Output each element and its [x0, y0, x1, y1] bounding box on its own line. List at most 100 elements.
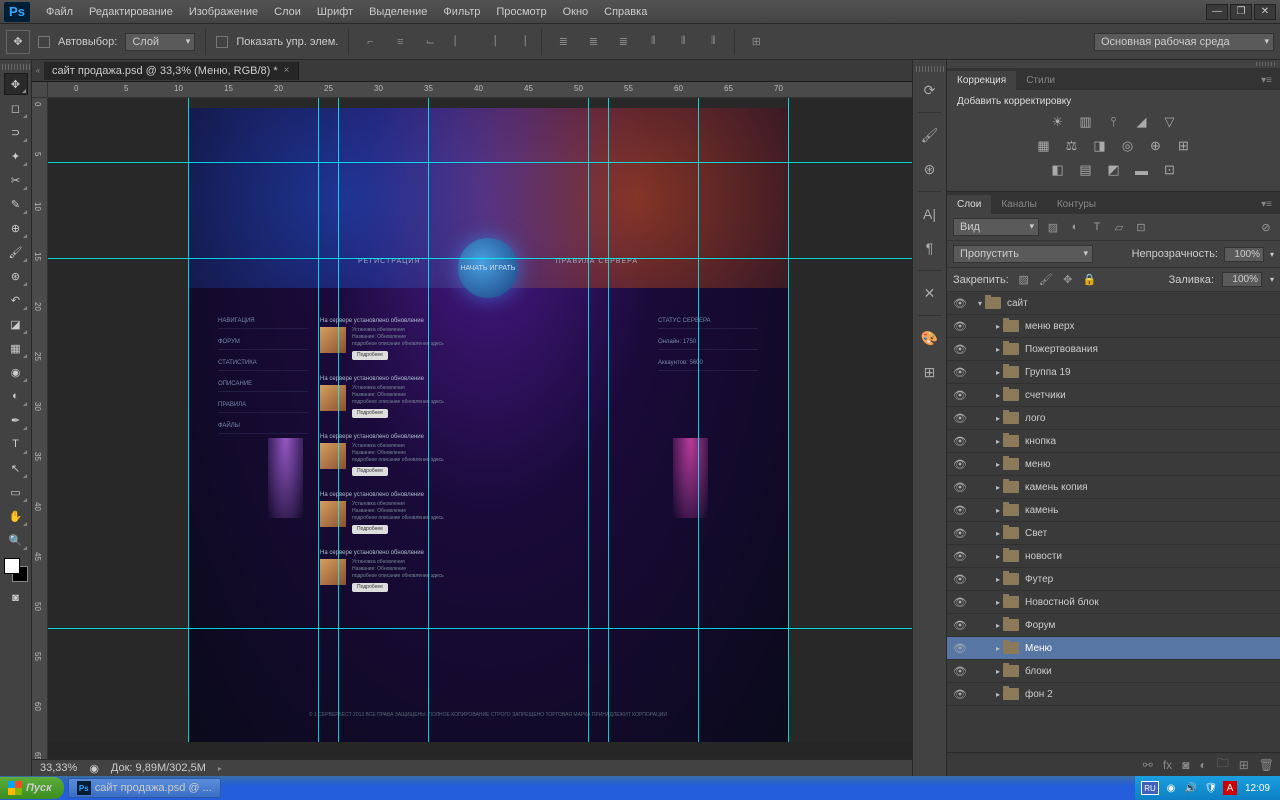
panel-dock-grip[interactable] [916, 66, 944, 72]
invert-icon[interactable]: ◧ [1049, 161, 1067, 179]
vibrance-icon[interactable]: ▽ [1161, 113, 1179, 131]
brightness-icon[interactable]: ☀ [1049, 113, 1067, 131]
color-lookup-icon[interactable]: ⊞ [1175, 137, 1193, 155]
start-button[interactable]: Пуск [0, 777, 64, 799]
visibility-icon[interactable]: 👁 [951, 481, 969, 494]
guide-vertical[interactable] [428, 98, 429, 742]
panel-grip[interactable] [947, 60, 1280, 68]
layer-row[interactable]: 👁 ▸ новости [947, 545, 1280, 568]
document-size[interactable]: Док: 9,89М/302,5М [111, 762, 206, 774]
layer-row[interactable]: 👁 ▸ камень [947, 499, 1280, 522]
blur-tool[interactable]: ◉ [4, 361, 28, 383]
visibility-icon[interactable]: 👁 [951, 665, 969, 678]
clone-source-panel-icon[interactable]: ⊛ [918, 157, 942, 181]
visibility-icon[interactable]: 👁 [951, 435, 969, 448]
distribute-right-icon[interactable]: ⫴ [702, 31, 724, 53]
new-fill-icon[interactable]: ◐ [1199, 758, 1206, 772]
eraser-tool[interactable]: ◪ [4, 313, 28, 335]
layer-row[interactable]: 👁 ▸ меню верх [947, 315, 1280, 338]
layer-row[interactable]: 👁 ▸ фон 2 [947, 683, 1280, 706]
link-layers-icon[interactable]: ⚯ [1143, 758, 1153, 772]
distribute-bottom-icon[interactable]: ≣ [612, 31, 634, 53]
tab-scroll-left[interactable]: « [32, 62, 44, 80]
guide-vertical[interactable] [698, 98, 699, 742]
new-layer-icon[interactable]: ⊞ [1239, 758, 1249, 772]
visibility-icon[interactable]: 👁 [951, 412, 969, 425]
layer-row[interactable]: 👁 ▸ Пожертвования [947, 338, 1280, 361]
brushes-panel-icon[interactable]: 🖌 [918, 123, 942, 147]
expand-icon[interactable]: ▸ [993, 690, 1003, 699]
auto-align-icon[interactable]: ⊞ [745, 31, 767, 53]
expand-icon[interactable]: ▸ [993, 506, 1003, 515]
type-tool[interactable]: T [4, 433, 28, 455]
visibility-icon[interactable]: 👁 [951, 688, 969, 701]
visibility-icon[interactable]: 👁 [951, 642, 969, 655]
dodge-tool[interactable]: ◐ [4, 385, 28, 407]
opacity-input[interactable]: 100% [1224, 247, 1264, 262]
foreground-color-icon[interactable] [4, 558, 20, 574]
channel-mixer-icon[interactable]: ⊕ [1147, 137, 1165, 155]
align-hcenter-icon[interactable]: ⎹ [479, 31, 501, 53]
threshold-icon[interactable]: ◩ [1105, 161, 1123, 179]
volume-icon[interactable]: 🔊 [1183, 780, 1199, 796]
tab-adjustments[interactable]: Коррекция [947, 71, 1016, 90]
eyedropper-tool[interactable]: ✎ [4, 193, 28, 215]
maximize-button[interactable]: ❐ [1230, 4, 1252, 20]
new-group-icon[interactable]: 🗀 [1217, 754, 1229, 775]
zoom-level[interactable]: 33,33% [40, 762, 77, 774]
guide-vertical[interactable] [588, 98, 589, 742]
healing-tool[interactable]: ⊕ [4, 217, 28, 239]
guide-horizontal[interactable] [48, 162, 912, 163]
layer-row[interactable]: 👁 ▾ сайт [947, 292, 1280, 315]
expand-icon[interactable]: ▸ [993, 552, 1003, 561]
layer-filter-dropdown[interactable]: Вид [953, 218, 1039, 236]
fill-input[interactable]: 100% [1222, 272, 1262, 287]
expand-icon[interactable]: ▸ [993, 391, 1003, 400]
lock-transparency-icon[interactable]: ▨ [1017, 273, 1031, 287]
zoom-tool[interactable]: 🔍 [4, 529, 28, 551]
tray-icon[interactable]: ◉ [1163, 780, 1179, 796]
layer-row[interactable]: 👁 ▸ Свет [947, 522, 1280, 545]
filter-smart-icon[interactable]: ⊡ [1133, 220, 1149, 234]
layer-row[interactable]: 👁 ▸ меню [947, 453, 1280, 476]
color-swatch[interactable] [4, 558, 28, 582]
filter-adjustment-icon[interactable]: ◐ [1067, 220, 1083, 234]
menu-file[interactable]: Файл [38, 2, 81, 22]
guide-horizontal[interactable] [48, 628, 912, 629]
align-left-icon[interactable]: ⎸ [449, 31, 471, 53]
tab-channels[interactable]: Каналы [991, 195, 1047, 214]
layer-row[interactable]: 👁 ▸ Группа 19 [947, 361, 1280, 384]
guide-horizontal[interactable] [48, 258, 912, 259]
visibility-icon[interactable]: 👁 [951, 366, 969, 379]
layer-row[interactable]: 👁 ▸ камень копия [947, 476, 1280, 499]
paragraph-panel-icon[interactable]: ¶ [918, 236, 942, 260]
balance-icon[interactable]: ⚖ [1063, 137, 1081, 155]
close-button[interactable]: ✕ [1254, 4, 1276, 20]
align-vcenter-icon[interactable]: ≡ [389, 31, 411, 53]
magic-wand-tool[interactable]: ✦ [4, 145, 28, 167]
workspace-dropdown[interactable]: Основная рабочая среда [1094, 33, 1274, 51]
expand-icon[interactable]: ▸ [993, 460, 1003, 469]
visibility-icon[interactable]: 👁 [951, 619, 969, 632]
autoselect-mode-dropdown[interactable]: Слой [125, 33, 195, 51]
layer-row[interactable]: 👁 ▸ Форум [947, 614, 1280, 637]
align-bottom-icon[interactable]: ⌙ [419, 31, 441, 53]
visibility-icon[interactable]: 👁 [951, 527, 969, 540]
expand-icon[interactable]: ▸ [993, 368, 1003, 377]
gradient-tool[interactable]: ▦ [4, 337, 28, 359]
autoselect-checkbox[interactable] [38, 36, 50, 48]
history-brush-tool[interactable]: ↶ [4, 289, 28, 311]
visibility-icon[interactable]: 👁 [951, 320, 969, 333]
expand-icon[interactable]: ▸ [993, 529, 1003, 538]
expand-icon[interactable]: ▸ [993, 437, 1003, 446]
layer-row[interactable]: 👁 ▸ Футер [947, 568, 1280, 591]
menu-help[interactable]: Справка [596, 2, 655, 22]
toolbox-grip[interactable] [2, 64, 30, 70]
panel-menu-icon[interactable]: ▾≡ [1253, 71, 1280, 90]
visibility-icon[interactable]: 👁 [951, 297, 969, 310]
crop-tool[interactable]: ✂ [4, 169, 28, 191]
guide-vertical[interactable] [788, 98, 789, 742]
taskbar-item-photoshop[interactable]: Ps сайт продажа.psd @ ... [68, 778, 221, 798]
history-panel-icon[interactable]: ⟳ [918, 78, 942, 102]
quick-mask-toggle[interactable]: ◙ [6, 588, 26, 608]
